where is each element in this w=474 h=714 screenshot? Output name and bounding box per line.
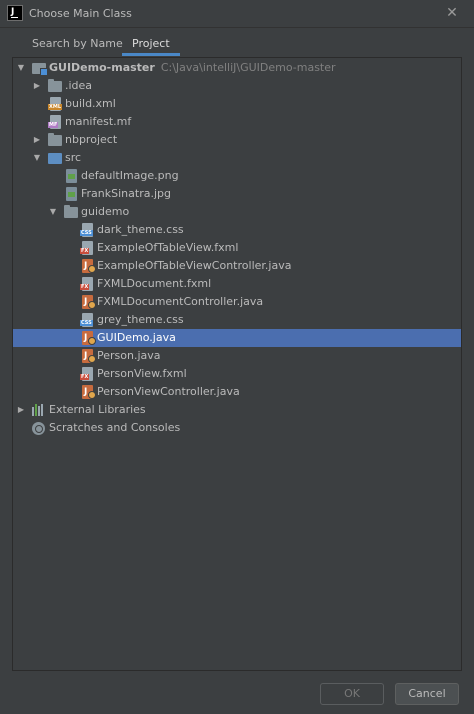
tree-item-label: manifest.mf <box>65 115 132 128</box>
tree-item-scratches[interactable]: Scratches and Consoles <box>13 419 461 437</box>
tree-item-label: defaultImage.png <box>81 169 179 182</box>
tree-item-guidemo-java[interactable]: GUIDemo.java <box>13 329 461 347</box>
tree-item-person-view-controller[interactable]: PersonViewController.java <box>13 383 461 401</box>
fxml-file-icon: FX <box>80 241 93 255</box>
tree-item-guidemo-package[interactable]: ▼ guidemo <box>13 203 461 221</box>
tree-item-dark-theme[interactable]: CSS dark_theme.css <box>13 221 461 239</box>
tree-item-label: build.xml <box>65 97 116 110</box>
root-module-label: GUIDemo-master <box>49 61 155 74</box>
tree-item-label: FXMLDocument.fxml <box>97 277 212 290</box>
libraries-icon <box>32 404 46 416</box>
tree-item-fxml-document[interactable]: FX FXMLDocument.fxml <box>13 275 461 293</box>
expanded-arrow-icon[interactable]: ▼ <box>47 203 59 221</box>
tree-item-label: guidemo <box>81 205 130 218</box>
collapsed-arrow-icon[interactable]: ▶ <box>15 401 27 419</box>
tree-item-label: dark_theme.css <box>97 223 184 236</box>
java-class-icon <box>82 349 96 363</box>
tab-search-by-name[interactable]: Search by Name <box>22 34 133 56</box>
tree-item-label: ExampleOfTableView.fxml <box>97 241 239 254</box>
ok-button[interactable]: OK <box>320 683 384 705</box>
folder-icon <box>48 79 62 92</box>
tree-item-frank-sinatra[interactable]: FrankSinatra.jpg <box>13 185 461 203</box>
tree-item-example-table-fxml[interactable]: FX ExampleOfTableView.fxml <box>13 239 461 257</box>
tree-item-person-view-fxml[interactable]: FX PersonView.fxml <box>13 365 461 383</box>
tree-item-example-table-controller[interactable]: ExampleOfTableViewController.java <box>13 257 461 275</box>
title-bar: J Choose Main Class ✕ <box>0 0 474 28</box>
fxml-file-icon: FX <box>80 367 93 381</box>
tree-item-label: GUIDemo.java <box>97 331 176 344</box>
expanded-arrow-icon[interactable]: ▼ <box>15 59 27 77</box>
tab-project[interactable]: Project <box>122 34 180 56</box>
module-folder-icon <box>32 63 48 76</box>
tree-item-label: grey_theme.css <box>97 313 184 326</box>
tree-item-person-java[interactable]: Person.java <box>13 347 461 365</box>
root-module-path: C:\Java\intelliJ\GUIDemo-master <box>160 61 336 74</box>
css-file-icon: CSS <box>80 313 93 327</box>
java-class-icon <box>82 385 96 399</box>
tree-item-label: FXMLDocumentController.java <box>97 295 264 308</box>
tree-item-external-libraries[interactable]: ▶ External Libraries <box>13 401 461 419</box>
tree-item-nbproject[interactable]: ▶ nbproject <box>13 131 461 149</box>
tree-item-src[interactable]: ▼ src <box>13 149 461 167</box>
tree-item-label: PersonViewController.java <box>97 385 240 398</box>
close-icon[interactable]: ✕ <box>444 5 460 21</box>
java-class-icon <box>82 295 96 309</box>
dialog-title: Choose Main Class <box>29 7 132 20</box>
scratches-icon <box>32 422 45 435</box>
expanded-arrow-icon[interactable]: ▼ <box>31 149 43 167</box>
tree-item-label: PersonView.fxml <box>97 367 187 380</box>
tree-item-label: ExampleOfTableViewController.java <box>97 259 292 272</box>
tree-item-root-module[interactable]: ▼ GUIDemo-master C:\Java\intelliJ\GUIDemo… <box>13 59 461 77</box>
image-file-icon <box>66 169 77 183</box>
cancel-button[interactable]: Cancel <box>395 683 459 705</box>
tree-item-fxml-document-controller[interactable]: FXMLDocumentController.java <box>13 293 461 311</box>
tree-item-grey-theme[interactable]: CSS grey_theme.css <box>13 311 461 329</box>
manifest-file-icon: MF <box>48 115 61 129</box>
tree-item-label: src <box>65 151 82 164</box>
tab-bar: Search by Name Project <box>0 34 474 56</box>
xml-file-icon: XML <box>48 97 63 111</box>
tree-item-label: Person.java <box>97 349 161 362</box>
package-folder-icon <box>64 205 78 218</box>
image-file-icon <box>66 187 77 201</box>
tree-item-build-xml[interactable]: XML build.xml <box>13 95 461 113</box>
java-class-icon <box>82 259 96 273</box>
dialog-footer: OK Cancel <box>0 671 474 714</box>
fxml-file-icon: FX <box>80 277 93 291</box>
css-file-icon: CSS <box>80 223 93 237</box>
tree-item-label: Scratches and Consoles <box>49 421 181 434</box>
tree-item-idea[interactable]: ▶ .idea <box>13 77 461 95</box>
tree-item-label: External Libraries <box>49 403 146 416</box>
source-folder-icon <box>48 153 62 164</box>
project-tree[interactable]: ▼ GUIDemo-master C:\Java\intelliJ\GUIDemo… <box>12 57 462 671</box>
tree-item-label: nbproject <box>65 133 118 146</box>
tree-item-default-image[interactable]: defaultImage.png <box>13 167 461 185</box>
folder-icon <box>48 133 62 146</box>
tree-item-manifest[interactable]: MF manifest.mf <box>13 113 461 131</box>
intellij-logo-icon: J <box>7 5 23 21</box>
tree-item-label: FrankSinatra.jpg <box>81 187 171 200</box>
java-class-icon <box>82 331 96 345</box>
collapsed-arrow-icon[interactable]: ▶ <box>31 77 43 95</box>
collapsed-arrow-icon[interactable]: ▶ <box>31 131 43 149</box>
tree-item-label: .idea <box>65 79 93 92</box>
